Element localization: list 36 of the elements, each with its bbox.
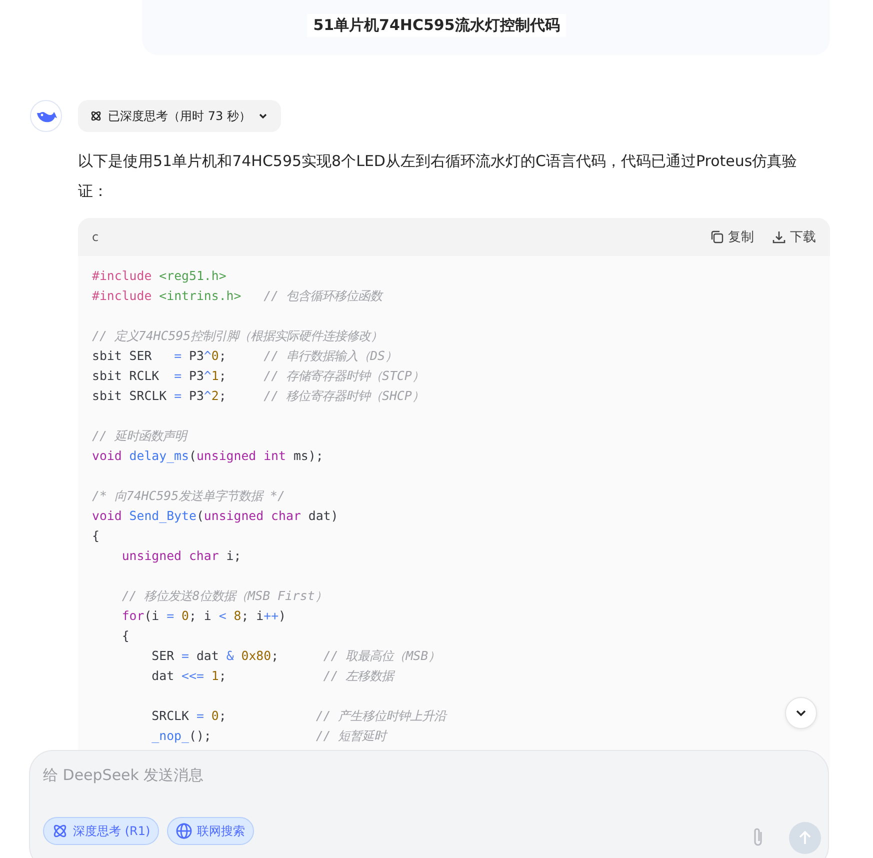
copy-button[interactable]: 复制 <box>710 228 754 246</box>
code-line: void delay_ms(unsigned int ms); <box>92 447 324 465</box>
download-button[interactable]: 下载 <box>772 228 816 246</box>
code-line: unsigned char i; <box>120 547 242 565</box>
message-input[interactable]: 给 DeepSeek 发送消息 <box>43 766 443 784</box>
atom-icon <box>52 823 68 839</box>
globe-icon <box>176 823 192 839</box>
code-line: // 定义74HC595控制引脚（根据实际硬件连接修改） <box>92 327 383 345</box>
deep-think-toggle[interactable]: 深度思考 (R1) <box>43 817 160 845</box>
whale-avatar-icon <box>30 100 62 132</box>
code-line: void Send_Byte(unsigned char dat) <box>92 507 338 525</box>
code-line: sbit RCLK = P3^1; // 存储寄存器时钟（STCP） <box>92 367 424 385</box>
atom-icon <box>90 110 102 122</box>
arrow-up-icon <box>798 830 812 846</box>
code-line: /* 向74HC595发送单字节数据 */ <box>92 487 285 505</box>
code-line: // 延时函数声明 <box>92 427 186 445</box>
code-line: SRCLK = 0; // 产生移位时钟上升沿 <box>150 707 446 725</box>
send-button[interactable] <box>789 822 821 854</box>
code-line: { <box>92 527 100 545</box>
code-line: #include <reg51.h> <box>92 267 226 285</box>
code-line: sbit SER = P3^0; // 串行数据输入（DS） <box>92 347 397 365</box>
code-line: // 移位发送8位数据（MSB First） <box>120 587 327 605</box>
thinking-toggle[interactable]: 已深度思考（用时 73 秒） <box>78 100 281 132</box>
web-search-toggle[interactable]: 联网搜索 <box>167 817 254 845</box>
answer-paragraph: 以下是使用51单片机和74HC595实现8个LED从左到右循环流水灯的C语言代码，代码已通过Proteus仿真验证： <box>78 151 798 202</box>
code-line: dat <<= 1; // 左移数据 <box>150 667 394 685</box>
copy-icon <box>710 230 724 244</box>
code-line: for(i = 0; i < 8; i++) <box>120 607 286 625</box>
code-line: _nop_(); // 短暂延时 <box>150 727 386 745</box>
code-line: SER = dat & 0x80; // 取最高位（MSB） <box>150 647 440 665</box>
code-line: sbit SRCLK = P3^2; // 移位寄存器时钟（SHCP） <box>92 387 424 405</box>
code-line: #include <intrins.h> // 包含循环移位函数 <box>92 287 382 305</box>
download-icon <box>772 230 786 244</box>
code-line: { <box>120 627 130 645</box>
code-language: c <box>92 230 99 244</box>
conversation-title: 51单片机74HC595流水灯控制代码 <box>307 14 566 37</box>
